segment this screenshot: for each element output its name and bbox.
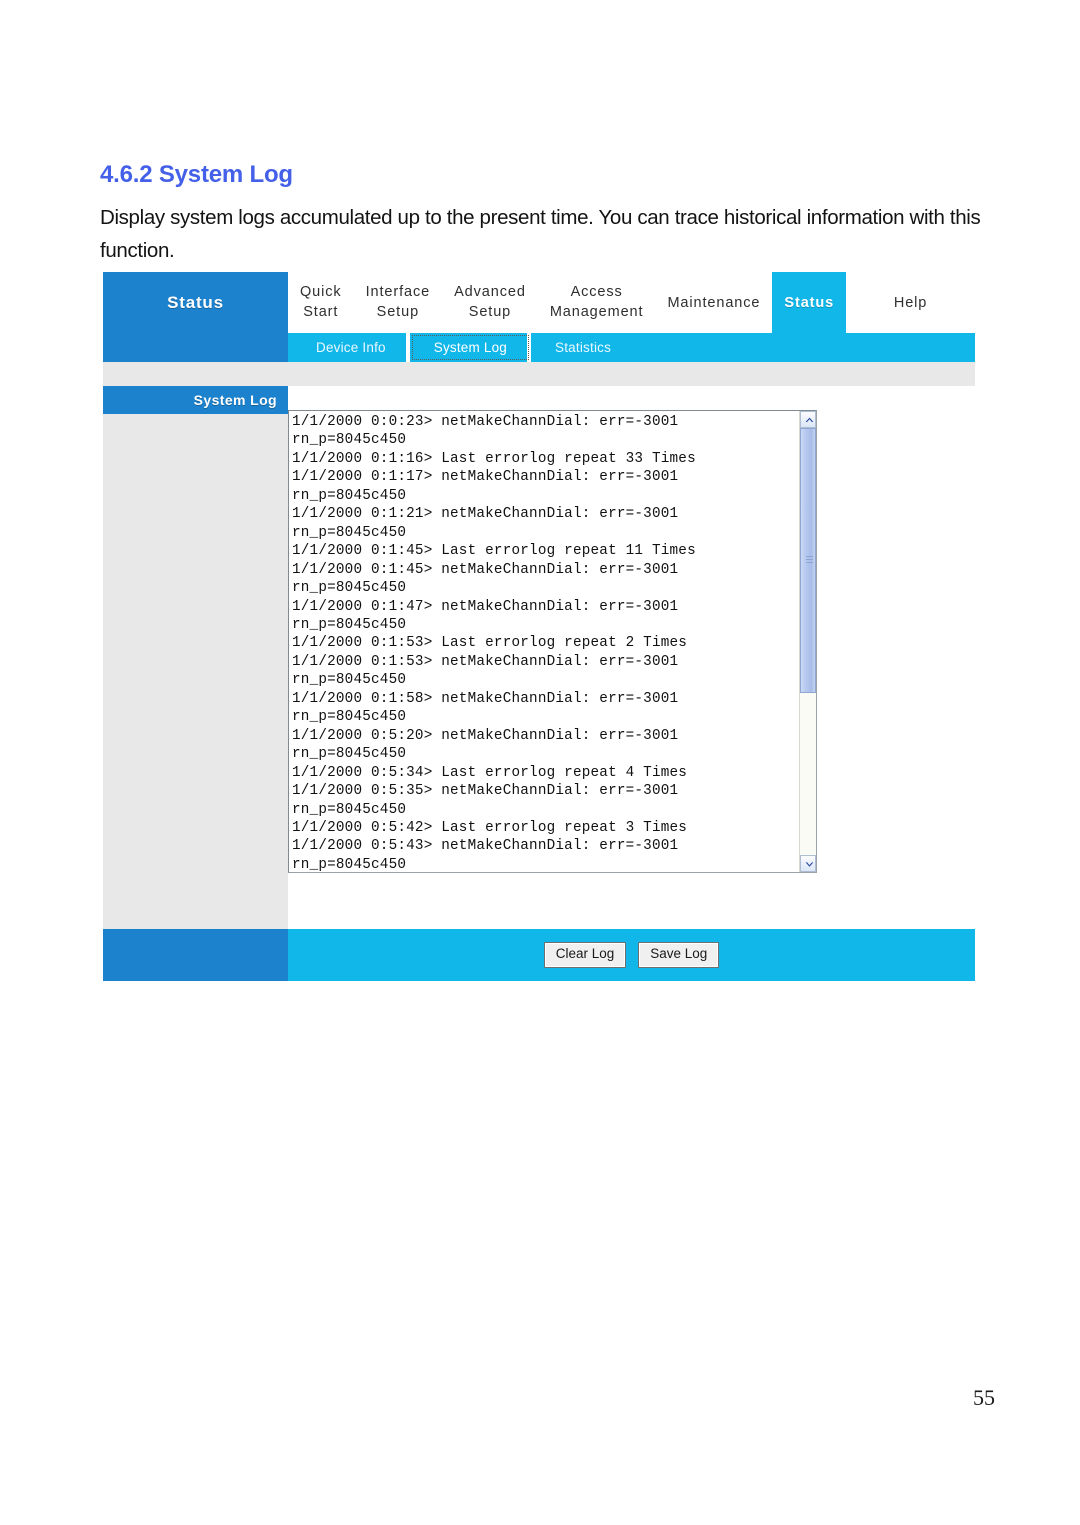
section-description: Display system logs accumulated up to th… <box>100 206 981 263</box>
brand-status-label: Status <box>103 272 288 333</box>
content-area: System Log 1/1/2000 0:0:23> netMakeChann… <box>103 386 975 929</box>
tab-advanced-setup[interactable]: Advanced Setup <box>442 272 538 333</box>
action-bar-buttons: Clear Log Save Log <box>288 929 975 981</box>
save-log-button[interactable]: Save Log <box>638 942 720 968</box>
separator-left <box>103 362 288 386</box>
page-title: 4.6.2 System Log <box>100 161 293 188</box>
tab-maintenance-label: Maintenance <box>667 294 761 311</box>
scroll-down-icon[interactable] <box>800 855 816 872</box>
log-scrollbar[interactable] <box>799 411 816 872</box>
tab-status-label: Status <box>784 294 835 311</box>
main-content: 1/1/2000 0:0:23> netMakeChannDial: err=-… <box>288 386 975 929</box>
secondary-nav: Device Info System Log Statistics <box>103 333 975 362</box>
action-bar: Clear Log Save Log <box>103 929 975 981</box>
secondary-nav-items: Device Info System Log Statistics <box>288 333 975 362</box>
system-log-textarea[interactable]: 1/1/2000 0:0:23> netMakeChannDial: err=-… <box>288 410 817 873</box>
document-text-block: 4.6.2 System Log Display system logs acc… <box>100 0 990 268</box>
action-bar-left-filler <box>103 929 288 981</box>
tab-help-label: Help <box>893 294 928 311</box>
tab-interface-setup-line1: Interface <box>365 283 431 300</box>
primary-nav: Status Quick Start Interface Setup Advan… <box>103 272 975 333</box>
system-log-content: 1/1/2000 0:0:23> netMakeChannDial: err=-… <box>292 414 696 872</box>
tab-quick-start-line2: Start <box>303 303 339 320</box>
separator-right <box>288 362 975 386</box>
scrollbar-grip-icon <box>806 556 813 564</box>
nav-separator-band <box>103 362 975 386</box>
scroll-up-icon[interactable] <box>800 411 816 428</box>
tab-access-management[interactable]: Access Management <box>537 272 656 333</box>
tab-access-management-line1: Access <box>570 283 623 300</box>
tab-interface-setup-line2: Setup <box>376 303 420 320</box>
secondary-nav-left-filler <box>103 333 288 362</box>
scrollbar-thumb[interactable] <box>800 428 816 693</box>
tab-advanced-setup-line2: Setup <box>468 303 512 320</box>
page-number: 55 <box>973 1385 995 1410</box>
sidebar-item-system-log[interactable]: System Log <box>103 386 288 414</box>
tab-help[interactable]: Help <box>846 272 975 333</box>
clear-log-button[interactable]: Clear Log <box>543 942 627 968</box>
sidebar: System Log <box>103 386 288 929</box>
tab-access-management-line2: Management <box>549 303 644 320</box>
subtab-statistics[interactable]: Statistics <box>531 333 636 362</box>
tab-advanced-setup-line1: Advanced <box>454 283 526 300</box>
router-admin-ui: Status Quick Start Interface Setup Advan… <box>103 272 975 981</box>
subtab-system-log[interactable]: System Log <box>409 333 532 362</box>
primary-nav-tabs: Quick Start Interface Setup Advanced Set… <box>288 272 975 333</box>
tab-quick-start-line1: Quick <box>300 283 342 300</box>
scrollbar-track[interactable] <box>800 428 816 855</box>
tab-maintenance[interactable]: Maintenance <box>655 272 773 333</box>
tab-interface-setup[interactable]: Interface Setup <box>353 272 443 333</box>
tab-quick-start[interactable]: Quick Start <box>288 272 354 333</box>
subtab-device-info[interactable]: Device Info <box>288 333 410 362</box>
tab-status[interactable]: Status <box>772 272 847 333</box>
